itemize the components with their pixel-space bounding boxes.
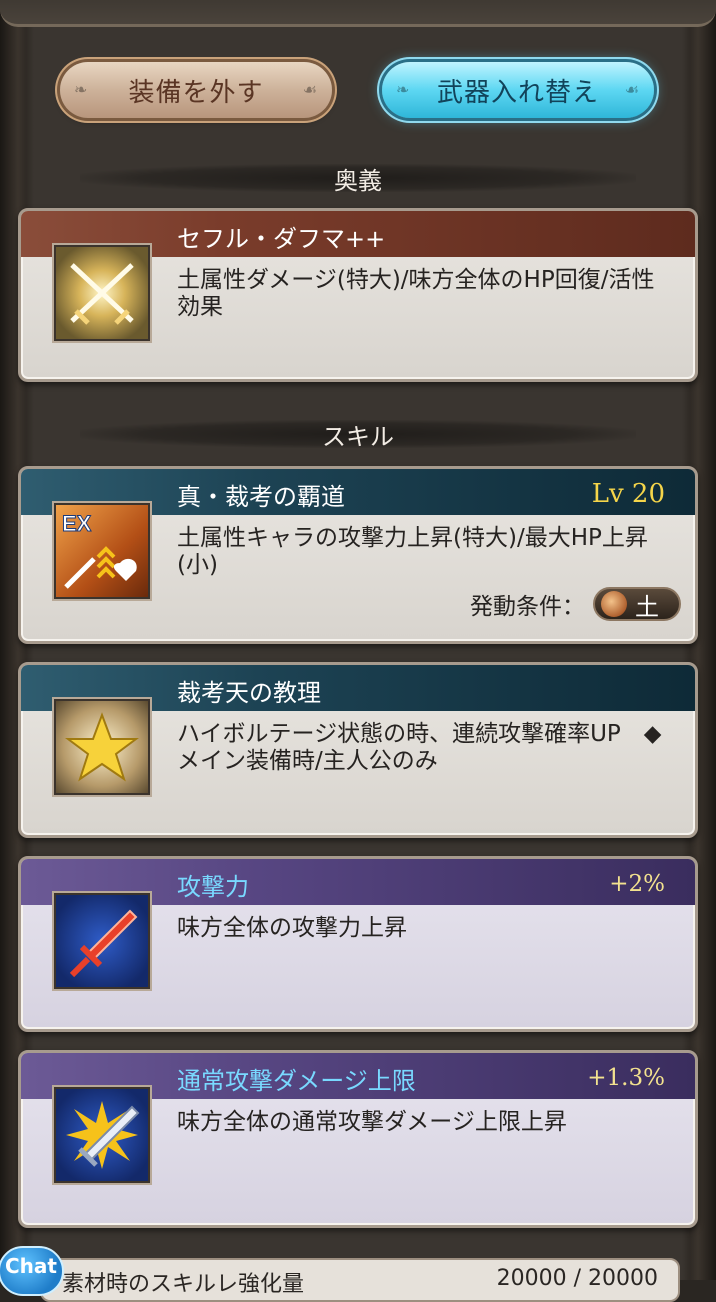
star-icon bbox=[54, 699, 150, 795]
earth-orb-icon bbox=[601, 591, 627, 617]
skill-card[interactable]: 真・裁考の覇道 Lv 20 EX 土属性キャラの攻撃力上昇(特大)/最大HP上昇… bbox=[18, 466, 698, 644]
skill-description: 味方全体の攻撃力上昇 bbox=[177, 915, 407, 941]
ex-skill-icon: EX bbox=[54, 503, 150, 599]
skill-card[interactable]: 通常攻撃ダメージ上限 +1.3% 味方全体の通常攻撃ダメージ上限上昇 bbox=[18, 1050, 698, 1228]
skill-card[interactable]: 攻撃力 +2% 味方全体の攻撃力上昇 bbox=[18, 856, 698, 1032]
skill-title: 攻撃力 bbox=[177, 873, 249, 901]
skill-card[interactable]: 裁考天の教理 ハイボルテージ状態の時、連続攻撃確率UP ◆メイン装備時/主人公の… bbox=[18, 662, 698, 838]
enhance-amount-value: 20000 / 20000 bbox=[496, 1266, 658, 1291]
skill-description: 味方全体の通常攻撃ダメージ上限上昇 bbox=[177, 1109, 567, 1135]
ougi-card[interactable]: セフル・ダフマ++ 土属性ダメージ(特大)/味方全体のHP回復/活性効果 bbox=[18, 208, 698, 382]
crossed-swords-icon bbox=[54, 245, 150, 341]
swap-weapon-button[interactable]: ❧ 武器入れ替え ☙ bbox=[382, 62, 654, 118]
condition-label: 発動条件： bbox=[470, 594, 585, 620]
ornament-icon: ☙ bbox=[624, 80, 640, 99]
unequip-button-label: 装備を外す bbox=[128, 77, 264, 108]
ougi-description: 土属性ダメージ(特大)/味方全体のHP回復/活性効果 bbox=[177, 267, 655, 320]
skill-description: 土属性キャラの攻撃力上昇(特大)/最大HP上昇(小) bbox=[177, 525, 648, 578]
ornament-icon: ☙ bbox=[302, 80, 318, 99]
activation-condition: 発動条件： 土 bbox=[470, 587, 681, 621]
enhance-amount-label: 素材時のスキルレ強化量 bbox=[62, 1272, 305, 1297]
ougi-title: セフル・ダフマ++ bbox=[177, 225, 386, 253]
chat-label: Chat bbox=[5, 1254, 57, 1278]
skill-bonus: +2% bbox=[609, 871, 665, 897]
skill-description: ハイボルテージ状態の時、連続攻撃確率UP ◆メイン装備時/主人公のみ bbox=[177, 721, 662, 774]
ougi-section-header: 奥義 bbox=[80, 164, 636, 195]
chat-button[interactable]: Chat bbox=[0, 1246, 64, 1296]
ornament-icon: ❧ bbox=[396, 80, 411, 99]
skill-section-header: スキル bbox=[80, 420, 636, 451]
sword-red-icon bbox=[54, 893, 150, 989]
skill-bonus: +1.3% bbox=[587, 1065, 665, 1091]
skill-title: 裁考天の教理 bbox=[177, 679, 321, 707]
skill-title: 真・裁考の覇道 bbox=[177, 483, 345, 511]
swap-weapon-button-label: 武器入れ替え bbox=[436, 77, 599, 108]
sword-burst-icon bbox=[54, 1087, 150, 1183]
skill-title: 通常攻撃ダメージ上限 bbox=[177, 1067, 416, 1095]
earth-element-badge: 土 bbox=[593, 587, 681, 621]
unequip-button[interactable]: ❧ 装備を外す ☙ bbox=[60, 62, 332, 118]
top-frame bbox=[0, 0, 716, 27]
skill-level: Lv 20 bbox=[591, 479, 665, 509]
svg-text:EX: EX bbox=[62, 511, 92, 536]
ornament-icon: ❧ bbox=[74, 80, 89, 99]
condition-element: 土 bbox=[635, 592, 659, 621]
